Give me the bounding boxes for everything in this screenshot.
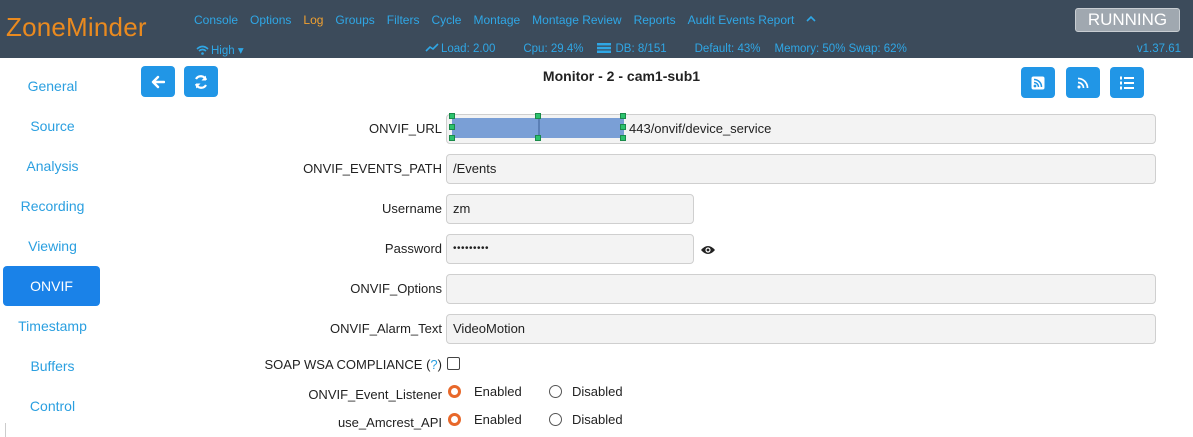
row-username: Username zm: [0, 194, 1193, 224]
nav-audit-events-report[interactable]: Audit Events Report: [688, 13, 795, 27]
page-title: Monitor - 2 - cam1-sub1: [542, 68, 701, 84]
rss-square-icon: [1031, 76, 1045, 89]
row-onvif-alarm-text: ONVIF_Alarm_Text VideoMotion: [0, 314, 1193, 344]
nav-console[interactable]: Console: [194, 13, 238, 27]
onvif-alarm-text-input[interactable]: VideoMotion: [446, 314, 1156, 344]
selection-handle[interactable]: [620, 135, 626, 141]
wifi-icon: [196, 45, 209, 55]
selection-handle[interactable]: [449, 135, 455, 141]
nav-cycle[interactable]: Cycle: [431, 13, 461, 27]
row-soap-wsa: SOAP WSA COMPLIANCE (?): [0, 350, 1193, 380]
selection-handle[interactable]: [449, 113, 455, 119]
onvif-alarm-text-label: ONVIF_Alarm_Text: [330, 321, 442, 336]
use-amcrest-api-disabled-radio[interactable]: [549, 413, 562, 426]
database-icon: [597, 43, 612, 53]
load-stat: Load: 2.00: [425, 43, 509, 55]
nav-montage[interactable]: Montage: [473, 13, 520, 27]
top-navbar: ZoneMinder Console Options Log Groups Fi…: [0, 0, 1193, 58]
help-link[interactable]: ?: [430, 357, 437, 372]
show-password-eye-icon[interactable]: [700, 243, 716, 261]
selection-handle[interactable]: [449, 124, 455, 130]
onvif-url-label: ONVIF_URL: [369, 121, 442, 136]
nav-groups[interactable]: Groups: [335, 13, 374, 27]
onvif-options-label: ONVIF_Options: [350, 281, 442, 296]
row-password: Password •••••••••: [0, 234, 1193, 264]
bandwidth-label: High: [211, 45, 235, 57]
bandwidth-selector[interactable]: High ▾: [196, 43, 244, 57]
selection-handle[interactable]: [535, 113, 541, 119]
db-stat[interactable]: DB: 8/151: [597, 43, 680, 55]
bandwidth-caret-icon: ▾: [237, 45, 244, 57]
main-nav: Console Options Log Groups Filters Cycle…: [194, 13, 816, 27]
row-onvif-options: ONVIF_Options: [0, 274, 1193, 304]
default-storage-stat: Default: 43%: [694, 43, 761, 55]
soap-wsa-checkbox[interactable]: [447, 357, 460, 370]
onvif-event-listener-disabled-radio[interactable]: [549, 385, 562, 398]
trend-up-icon: [425, 43, 439, 52]
rss-feed-button[interactable]: [1021, 67, 1055, 98]
row-onvif-events-path: ONVIF_EVENTS_PATH /Events: [0, 154, 1193, 184]
disabled-label: Disabled: [572, 384, 623, 399]
selection-handle[interactable]: [535, 135, 541, 141]
password-label: Password: [384, 241, 442, 256]
numbered-list-icon: [1120, 76, 1134, 89]
selection-handle[interactable]: [620, 113, 626, 119]
disabled-label: Disabled: [572, 412, 623, 427]
selection-handle[interactable]: [620, 124, 626, 130]
status-badge[interactable]: RUNNING: [1075, 8, 1180, 32]
rss-button[interactable]: [1066, 67, 1100, 98]
onvif-options-input[interactable]: [446, 274, 1156, 304]
nav-collapse-caret-icon[interactable]: [806, 13, 816, 27]
username-input[interactable]: zm: [446, 194, 694, 224]
enabled-label: Enabled: [474, 412, 522, 427]
username-label: Username: [382, 201, 442, 216]
nav-filters[interactable]: Filters: [387, 13, 420, 27]
system-stats: Load: 2.00 Cpu: 29.4% DB: 8/151 Default:…: [425, 43, 921, 55]
use-amcrest-api-label: use_Amcrest_API: [337, 415, 442, 430]
app-logo[interactable]: ZoneMinder: [6, 12, 147, 43]
nav-options[interactable]: Options: [250, 13, 291, 27]
password-input[interactable]: •••••••••: [446, 234, 694, 264]
rss-icon: [1077, 77, 1089, 88]
memory-stat: Memory: 50% Swap: 62%: [774, 43, 907, 55]
nav-log[interactable]: Log: [303, 13, 323, 27]
onvif-event-listener-label: ONVIF_Event_Listener: [308, 387, 442, 402]
use-amcrest-api-enabled-radio[interactable]: [448, 413, 461, 426]
version-label: v1.37.61: [1136, 43, 1181, 55]
onvif-events-path-input[interactable]: /Events: [446, 154, 1156, 184]
enabled-label: Enabled: [474, 384, 522, 399]
nav-reports[interactable]: Reports: [634, 13, 676, 27]
list-button[interactable]: [1110, 67, 1144, 98]
cpu-stat: Cpu: 29.4%: [523, 43, 584, 55]
nav-montage-review[interactable]: Montage Review: [532, 13, 621, 27]
onvif-event-listener-enabled-radio[interactable]: [448, 385, 461, 398]
onvif-events-path-label: ONVIF_EVENTS_PATH: [303, 161, 442, 176]
soap-wsa-label: SOAP WSA COMPLIANCE (?): [264, 357, 443, 372]
